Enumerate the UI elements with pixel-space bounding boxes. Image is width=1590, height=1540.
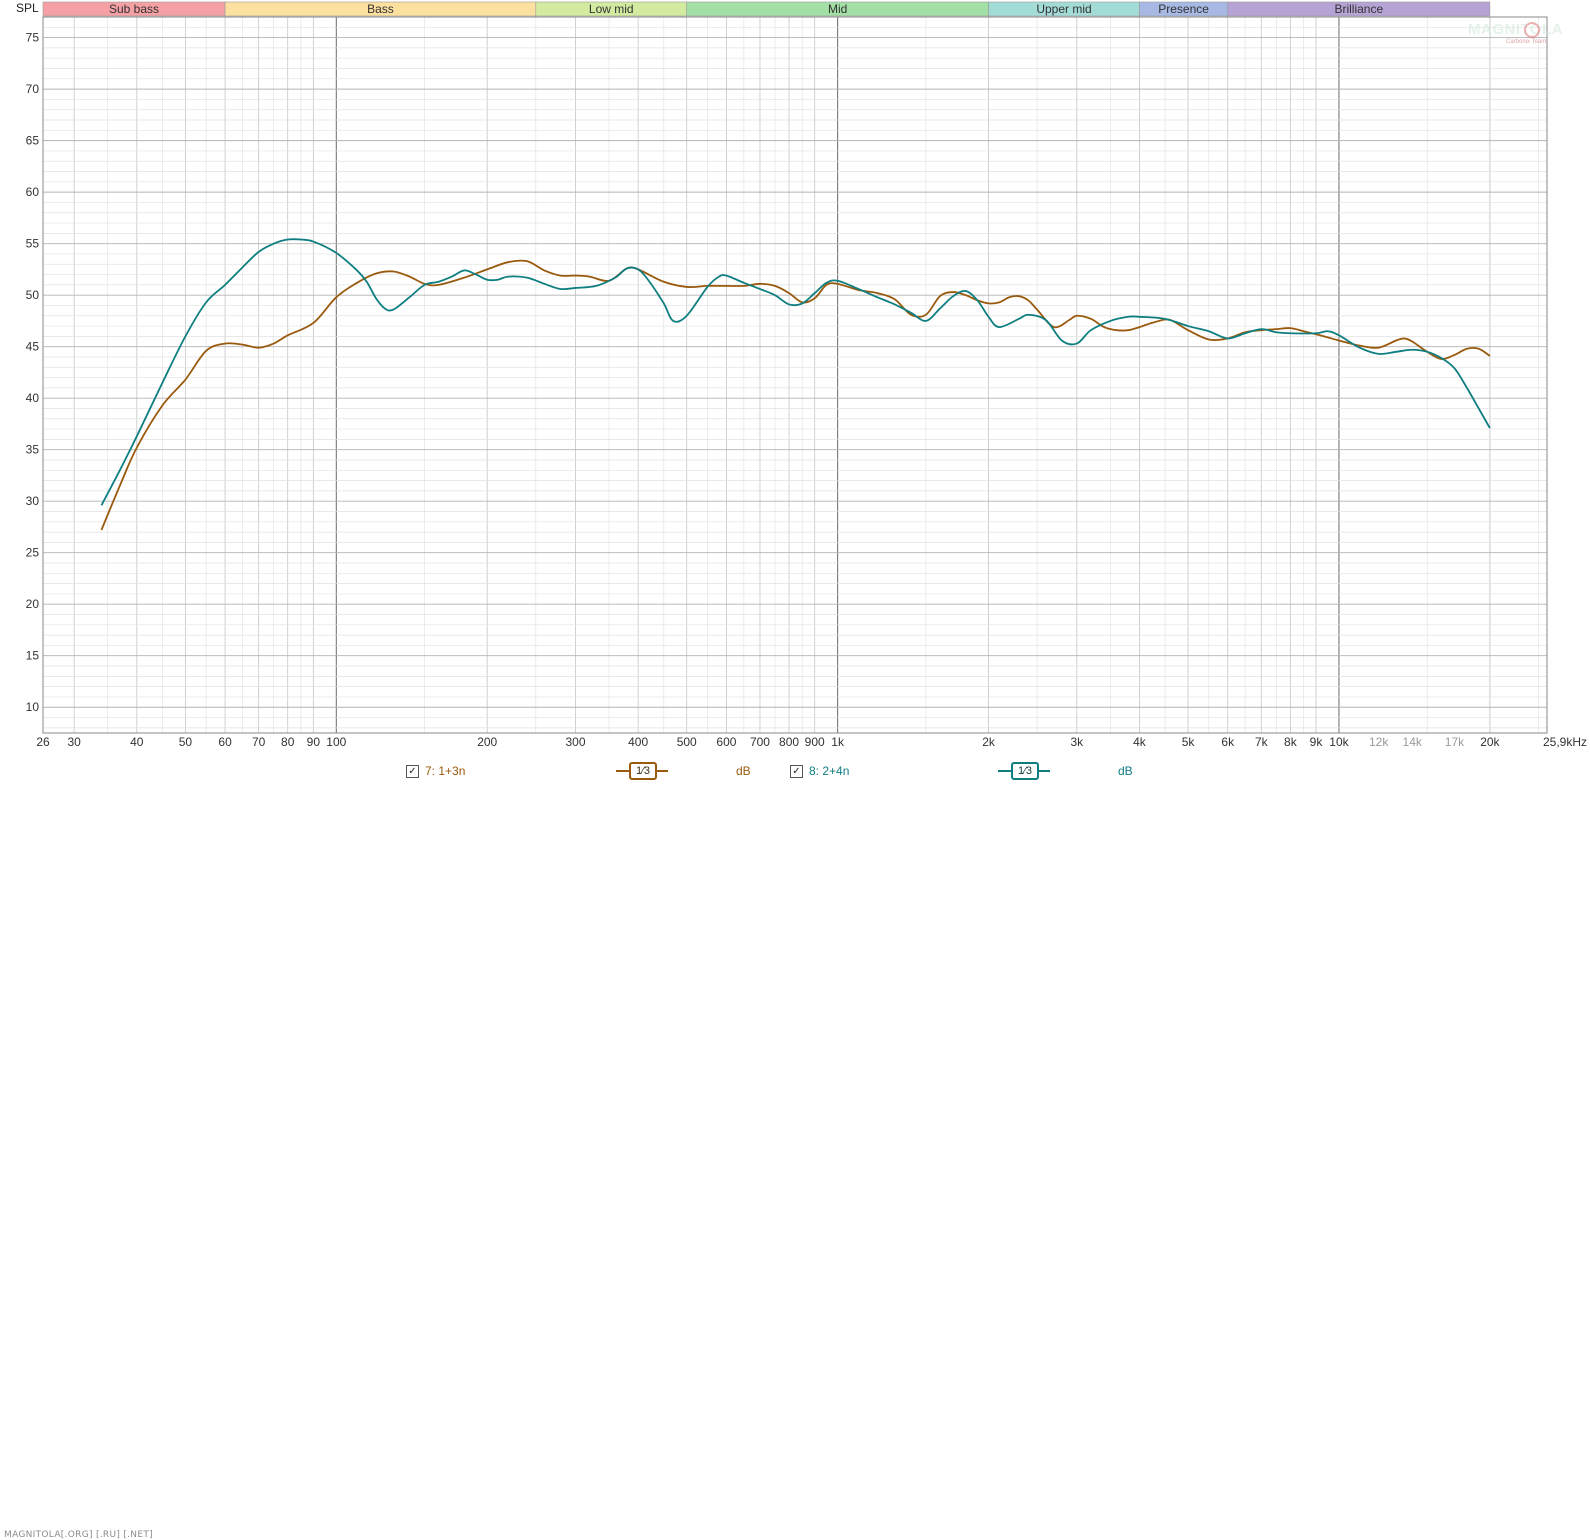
x-tick-label: 12k	[1369, 735, 1389, 749]
x-tick-label: 100	[326, 735, 346, 749]
series-8-smoothing-control[interactable]: 1⁄3	[998, 762, 1050, 780]
x-tick-label: 8k	[1284, 735, 1298, 749]
frequency-bands: Sub bass Bass Low mid Mid Upper mid Presence B…	[42, 1, 1491, 17]
y-tick-label: 45	[26, 340, 40, 354]
logo-tagline: Carbonix Team	[1506, 39, 1547, 45]
series-8-checkbox[interactable]: ✓	[790, 764, 803, 778]
x-tick-label: 300	[565, 735, 585, 749]
y-tick-label: 50	[26, 288, 40, 302]
y-tick-label: 30	[26, 494, 40, 508]
logo-wordmark: MAGNITOLA	[1468, 21, 1564, 38]
y-tick-label: 55	[26, 237, 40, 251]
legend-footer: MAGNITOLA[.ORG] [.RU] [.NET] ✓ 7: 1+3n 1…	[0, 760, 1590, 1540]
frequency-response-chart: Sub bass Bass Low mid Mid Upper mid Presence B…	[16, 1, 1587, 749]
x-tick-label: 80	[281, 735, 295, 749]
plot-grid	[43, 16, 1547, 733]
x-tick-label: 900	[805, 735, 825, 749]
series-7-name: 7: 1+3n	[425, 764, 466, 778]
x-tick-label: 26	[36, 735, 50, 749]
x-tick-label: 9k	[1310, 735, 1324, 749]
series-7-unit: dB	[736, 764, 751, 778]
series-8-smoothing-label: 1⁄3	[1011, 762, 1039, 780]
x-tick-label: 30	[67, 735, 81, 749]
y-axis-label: SPL	[16, 1, 39, 15]
x-tick-label: 20k	[1480, 735, 1500, 749]
band-label: Low mid	[589, 2, 634, 16]
series-7-smoothing-label: 1⁄3	[629, 762, 657, 780]
x-tick-label: 700	[750, 735, 770, 749]
band-label: Brilliance	[1334, 2, 1383, 16]
x-tick-label: 60	[218, 735, 232, 749]
band-label: Mid	[828, 2, 847, 16]
series-7-smoothing-control[interactable]: 1⁄3	[616, 762, 668, 780]
x-tick-label: 7k	[1255, 735, 1269, 749]
y-tick-label: 15	[26, 649, 40, 663]
x-tick-label: 25,9kHz	[1543, 735, 1587, 749]
y-tick-label: 70	[26, 82, 40, 96]
x-tick-label: 1k	[831, 735, 845, 749]
band-label: Sub bass	[109, 2, 159, 16]
magnitola-logo: MAGNITOLA Carbonix Team	[1466, 19, 1563, 47]
x-tick-label: 2k	[982, 735, 996, 749]
series-8-name: 8: 2+4n	[809, 764, 850, 778]
x-tick-label: 500	[677, 735, 697, 749]
series-7-checkbox[interactable]: ✓	[406, 764, 419, 778]
y-tick-label: 40	[26, 391, 40, 405]
y-tick-label: 20	[26, 597, 40, 611]
x-tick-label: 4k	[1133, 735, 1147, 749]
x-tick-label: 6k	[1221, 735, 1235, 749]
series-8-unit: dB	[1118, 764, 1133, 778]
x-tick-label: 14k	[1403, 735, 1423, 749]
legend-item-series-8: ✓ 8: 2+4n	[790, 764, 849, 778]
x-tick-label: 70	[252, 735, 266, 749]
x-tick-label: 5k	[1182, 735, 1196, 749]
x-tick-label: 600	[716, 735, 736, 749]
x-tick-label: 800	[779, 735, 799, 749]
band-label: Upper mid	[1036, 2, 1091, 16]
y-tick-label: 65	[26, 134, 40, 148]
x-tick-label: 400	[628, 735, 648, 749]
y-tick-label: 25	[26, 546, 40, 560]
x-tick-label: 200	[477, 735, 497, 749]
x-tick-label: 17k	[1445, 735, 1465, 749]
y-tick-label: 10	[26, 700, 40, 714]
logo-ring-icon	[1524, 22, 1540, 38]
band-label: Presence	[1158, 2, 1209, 16]
watermark-text: MAGNITOLA[.ORG] [.RU] [.NET]	[4, 1530, 153, 1540]
y-tick-label: 75	[26, 31, 40, 45]
x-tick-label: 90	[307, 735, 321, 749]
y-tick-label: 60	[26, 185, 40, 199]
x-tick-label: 3k	[1070, 735, 1084, 749]
x-tick-label: 50	[179, 735, 193, 749]
band-label: Bass	[367, 2, 394, 16]
y-tick-label: 35	[26, 443, 40, 457]
x-tick-label: 10k	[1329, 735, 1349, 749]
x-tick-label: 40	[130, 735, 144, 749]
legend-item-series-7: ✓ 7: 1+3n	[406, 764, 465, 778]
plot-background	[43, 17, 1547, 733]
